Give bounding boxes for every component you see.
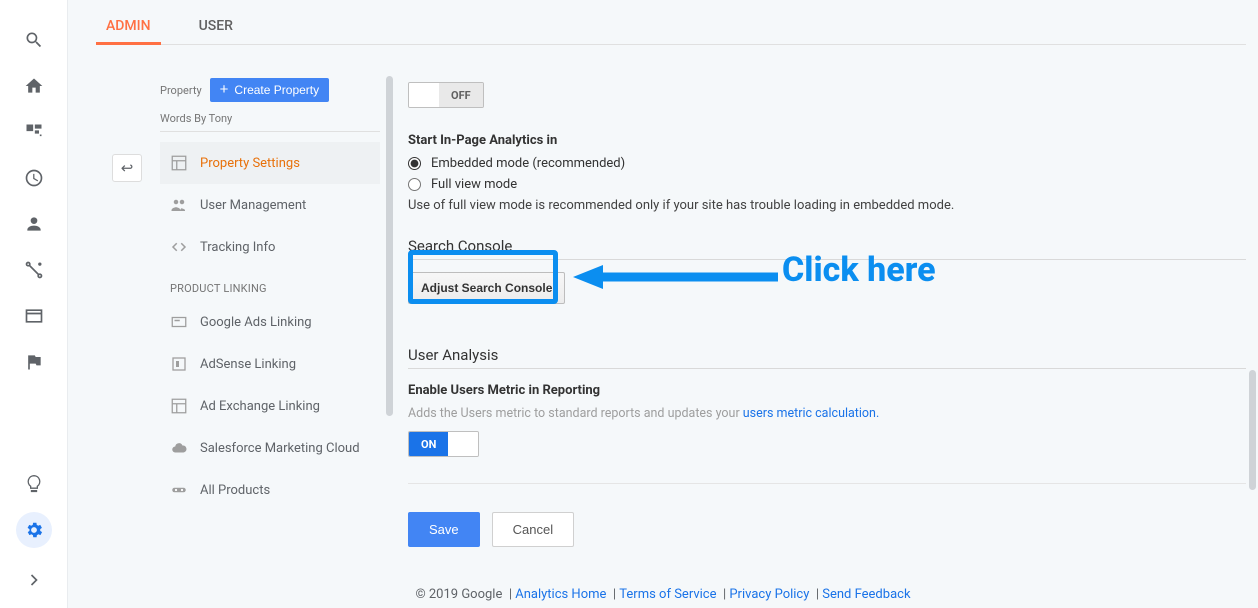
nav-label: User Management [200, 198, 306, 213]
footer-feedback[interactable]: Send Feedback [822, 587, 910, 602]
left-rail [0, 0, 68, 608]
back-button[interactable]: ↩ [112, 154, 142, 182]
search-console-heading: Search Console [408, 237, 1246, 260]
nav-google-ads[interactable]: Google Ads Linking [160, 301, 380, 343]
person-icon[interactable] [16, 206, 52, 242]
enable-users-title: Enable Users Metric in Reporting [408, 383, 1246, 398]
nav-user-management[interactable]: User Management [160, 184, 380, 226]
enable-users-help-text: Adds the Users metric to standard report… [408, 406, 743, 421]
nav-label: AdSense Linking [200, 357, 296, 372]
nav-label: Property Settings [200, 156, 300, 171]
toggle-off[interactable]: OFF [408, 82, 484, 108]
inpage-title: Start In-Page Analytics in [408, 133, 1246, 148]
dashboard-icon[interactable] [16, 114, 52, 150]
property-name: Words By Tony [160, 112, 380, 125]
nav-all-products[interactable]: All Products [160, 469, 380, 511]
page-scrollbar[interactable] [1249, 370, 1256, 490]
nav-tracking-info[interactable]: Tracking Info [160, 226, 380, 268]
radio-embedded[interactable]: Embedded mode (recommended) [408, 156, 1246, 171]
user-analysis-heading: User Analysis [408, 346, 1246, 369]
property-label: Property [160, 84, 202, 97]
toggle-on[interactable]: ON [408, 431, 479, 457]
ads-icon [170, 313, 188, 331]
lightbulb-icon[interactable] [16, 466, 52, 502]
nav-adsense[interactable]: AdSense Linking [160, 343, 380, 385]
nav-label: Tracking Info [200, 240, 275, 255]
annotation-arrow [568, 264, 778, 290]
toggle-on-label: ON [409, 432, 448, 456]
footer-tos[interactable]: Terms of Service [619, 587, 716, 602]
code-icon [170, 238, 188, 256]
nav-heading-product-linking: PRODUCT LINKING [160, 268, 380, 301]
save-button[interactable]: Save [408, 512, 480, 547]
inpage-help: Use of full view mode is recommended onl… [408, 198, 1246, 213]
cloud-icon [170, 439, 188, 457]
nav-salesforce[interactable]: Salesforce Marketing Cloud [160, 427, 380, 469]
create-property-label: Create Property [234, 83, 319, 97]
people-icon [170, 196, 188, 214]
nav-ad-exchange[interactable]: Ad Exchange Linking [160, 385, 380, 427]
search-icon[interactable] [16, 22, 52, 58]
nav-label: All Products [200, 483, 270, 498]
footer-analytics-home[interactable]: Analytics Home [515, 587, 606, 602]
plus-icon: + [220, 84, 229, 96]
tab-admin[interactable]: ADMIN [98, 18, 159, 34]
radio-fullview[interactable]: Full view mode [408, 177, 1246, 192]
footer: © 2019 Google | Analytics Home | Terms o… [68, 587, 1258, 602]
radio-fullview-label: Full view mode [431, 177, 517, 192]
home-icon[interactable] [16, 68, 52, 104]
divider [160, 131, 380, 132]
nav-label: Salesforce Marketing Cloud [200, 441, 360, 456]
flow-icon[interactable] [16, 252, 52, 288]
radio-embedded-input[interactable] [408, 157, 421, 170]
top-tabs: ADMIN USER [98, 18, 1246, 45]
property-column: Property + Create Property Words By Tony… [160, 78, 380, 511]
settings-panel: OFF Start In-Page Analytics in Embedded … [408, 78, 1246, 566]
adjust-search-console-button[interactable]: Adjust Search Console [408, 272, 565, 304]
cancel-button[interactable]: Cancel [492, 512, 574, 547]
footer-copyright: © 2019 Google [415, 587, 502, 602]
inner-scrollbar[interactable] [386, 76, 393, 416]
expand-rail-icon[interactable] [16, 562, 52, 598]
footer-privacy[interactable]: Privacy Policy [729, 587, 809, 602]
flag-icon[interactable] [16, 344, 52, 380]
nav-label: Ad Exchange Linking [200, 399, 320, 414]
card-icon[interactable] [16, 298, 52, 334]
link-icon [170, 481, 188, 499]
radio-embedded-label: Embedded mode (recommended) [431, 156, 625, 171]
tab-user[interactable]: USER [191, 18, 241, 34]
property-nav: Property Settings User Management Tracki… [160, 142, 380, 511]
clock-icon[interactable] [16, 160, 52, 196]
nav-property-settings[interactable]: Property Settings [160, 142, 380, 184]
nav-label: Google Ads Linking [200, 315, 312, 330]
toggle-off-label: OFF [439, 83, 483, 107]
create-property-button[interactable]: + Create Property [210, 78, 329, 102]
layout-icon [170, 154, 188, 172]
exchange-icon [170, 397, 188, 415]
adsense-icon [170, 355, 188, 373]
users-metric-link[interactable]: users metric calculation. [743, 406, 879, 421]
radio-fullview-input[interactable] [408, 178, 421, 191]
enable-users-help: Adds the Users metric to standard report… [408, 406, 1246, 421]
settings-gear-icon[interactable] [16, 512, 52, 548]
